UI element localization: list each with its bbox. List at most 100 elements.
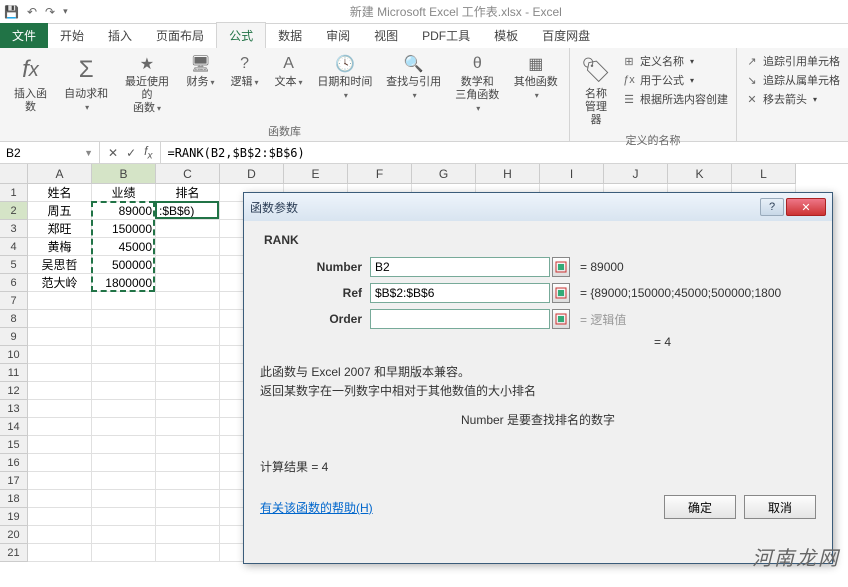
tab-pdf[interactable]: PDF工具	[410, 23, 482, 48]
fx-button-icon[interactable]: fx	[144, 144, 152, 161]
tab-baidu[interactable]: 百度网盘	[530, 23, 602, 48]
create-from-sel-button[interactable]: ☰根据所选内容创建	[620, 90, 730, 108]
col-head[interactable]: F	[348, 164, 412, 184]
tab-home[interactable]: 开始	[48, 23, 96, 48]
row-head[interactable]: 9	[0, 328, 28, 346]
range-picker-icon[interactable]	[552, 257, 570, 277]
tab-file[interactable]: 文件	[0, 23, 48, 48]
ok-button[interactable]: 确定	[664, 495, 736, 519]
cancel-formula-icon[interactable]: ✕	[108, 146, 118, 160]
lookup-button[interactable]: 🔍 查找与引用	[381, 52, 446, 104]
cell[interactable]	[156, 256, 220, 274]
function-help-link[interactable]: 有关该函数的帮助(H)	[260, 499, 373, 516]
tab-review[interactable]: 审阅	[314, 23, 362, 48]
row-head[interactable]: 12	[0, 382, 28, 400]
tab-insert[interactable]: 插入	[96, 23, 144, 48]
row-head[interactable]: 7	[0, 292, 28, 310]
math-button[interactable]: θ 数学和 三角函数	[450, 52, 505, 118]
col-head[interactable]: L	[732, 164, 796, 184]
save-icon[interactable]: 💾	[4, 5, 19, 19]
cell[interactable]: 姓名	[28, 184, 92, 202]
row-head[interactable]: 19	[0, 508, 28, 526]
row-head[interactable]: 16	[0, 454, 28, 472]
cell[interactable]: 500000	[92, 256, 156, 274]
cell[interactable]: 89000	[92, 202, 156, 220]
row-head[interactable]: 17	[0, 472, 28, 490]
define-name-button[interactable]: ⊞定义名称▾	[620, 52, 730, 70]
help-button[interactable]: ?	[760, 198, 784, 216]
cell[interactable]: 范大岭	[28, 274, 92, 292]
use-formula-button[interactable]: ƒx用于公式▾	[620, 71, 730, 89]
tab-template[interactable]: 模板	[482, 23, 530, 48]
row-head[interactable]: 3	[0, 220, 28, 238]
cell[interactable]: 业绩	[92, 184, 156, 202]
trace-dependents-button[interactable]: ↘追踪从属单元格	[743, 71, 842, 89]
arg-input-number[interactable]	[370, 257, 550, 277]
row-head[interactable]: 5	[0, 256, 28, 274]
dialog-titlebar[interactable]: 函数参数 ? ✕	[244, 193, 832, 221]
cancel-button[interactable]: 取消	[744, 495, 816, 519]
col-head[interactable]: J	[604, 164, 668, 184]
accept-formula-icon[interactable]: ✓	[126, 146, 136, 160]
row-head[interactable]: 4	[0, 238, 28, 256]
col-head[interactable]: A	[28, 164, 92, 184]
recent-fn-button[interactable]: ★ 最近使用的 函数	[117, 52, 176, 118]
financial-button[interactable]: 🖥 财务	[181, 52, 221, 91]
redo-icon[interactable]: ↷	[45, 5, 55, 19]
cell[interactable]: 黄梅	[28, 238, 92, 256]
cell[interactable]: 吴思哲	[28, 256, 92, 274]
range-picker-icon[interactable]	[552, 283, 570, 303]
row-head[interactable]: 8	[0, 310, 28, 328]
formula-input[interactable]: =RANK(B2,$B$2:$B$6)	[161, 142, 848, 163]
tab-formula[interactable]: 公式	[216, 22, 266, 48]
trace-precedents-button[interactable]: ↗追踪引用单元格	[743, 52, 842, 70]
row-head[interactable]: 21	[0, 544, 28, 562]
insert-function-button[interactable]: fx 插入函数	[6, 52, 55, 116]
row-head[interactable]: 10	[0, 346, 28, 364]
row-head[interactable]: 2	[0, 202, 28, 220]
arg-input-ref[interactable]	[370, 283, 550, 303]
cell[interactable]	[156, 238, 220, 256]
close-button[interactable]: ✕	[786, 198, 826, 216]
row-head[interactable]: 13	[0, 400, 28, 418]
col-head[interactable]: H	[476, 164, 540, 184]
range-picker-icon[interactable]	[552, 309, 570, 329]
row-head[interactable]: 6	[0, 274, 28, 292]
cell[interactable]	[156, 220, 220, 238]
tab-data[interactable]: 数据	[266, 23, 314, 48]
col-head[interactable]: B	[92, 164, 156, 184]
remove-arrows-button[interactable]: ✕移去箭头▾	[743, 90, 842, 108]
row-head[interactable]: 1	[0, 184, 28, 202]
select-all-corner[interactable]	[0, 164, 28, 184]
more-fn-button[interactable]: ▦ 其他函数	[509, 52, 564, 104]
name-box[interactable]: B2 ▼	[0, 142, 100, 163]
autosum-button[interactable]: Σ 自动求和	[59, 52, 114, 116]
datetime-button[interactable]: 🕓 日期和时间	[313, 52, 378, 104]
arg-input-order[interactable]	[370, 309, 550, 329]
cell[interactable]: 郑旺	[28, 220, 92, 238]
row-head[interactable]: 15	[0, 436, 28, 454]
col-head[interactable]: G	[412, 164, 476, 184]
row-head[interactable]: 20	[0, 526, 28, 544]
cell[interactable]: :$B$6)	[156, 202, 220, 220]
logical-button[interactable]: ? 逻辑	[225, 52, 265, 91]
cell[interactable]: 1800000	[92, 274, 156, 292]
tab-view[interactable]: 视图	[362, 23, 410, 48]
cell[interactable]	[156, 274, 220, 292]
col-head[interactable]: C	[156, 164, 220, 184]
cell[interactable]: 周五	[28, 202, 92, 220]
undo-icon[interactable]: ↶	[27, 5, 37, 19]
row-head[interactable]: 18	[0, 490, 28, 508]
tab-layout[interactable]: 页面布局	[144, 23, 216, 48]
row-head[interactable]: 11	[0, 364, 28, 382]
name-manager-button[interactable]: 🏷 名称 管理器	[576, 52, 616, 130]
col-head[interactable]: K	[668, 164, 732, 184]
text-button[interactable]: A 文本	[269, 52, 309, 91]
col-head[interactable]: E	[284, 164, 348, 184]
cell[interactable]: 150000	[92, 220, 156, 238]
col-head[interactable]: D	[220, 164, 284, 184]
cell[interactable]: 排名	[156, 184, 220, 202]
col-head[interactable]: I	[540, 164, 604, 184]
row-head[interactable]: 14	[0, 418, 28, 436]
cell[interactable]: 45000	[92, 238, 156, 256]
